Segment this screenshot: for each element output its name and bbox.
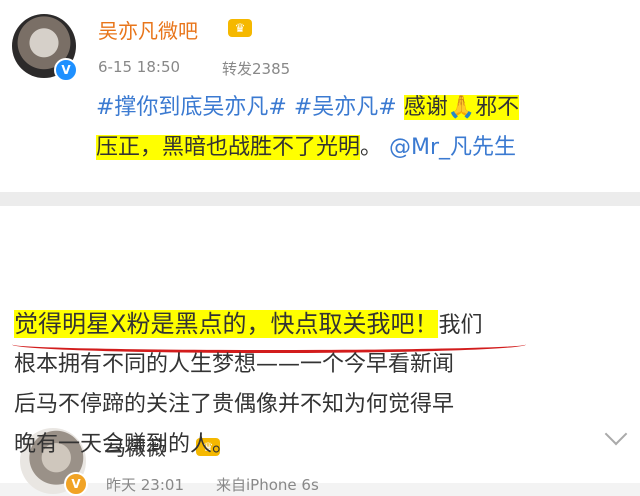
punctuation: 。	[360, 135, 383, 160]
highlighted-text: 觉得明星X粉是黑点的，快点取关我吧！	[14, 310, 439, 338]
post-time: 昨天 23:01	[106, 476, 184, 494]
highlighted-text: 感谢🙏邪不	[403, 95, 520, 120]
post-text-line-1: #撑你到底吴亦凡# #吴亦凡# 感谢🙏邪不	[96, 88, 520, 128]
post-source: 来自iPhone 6s	[216, 476, 319, 494]
verified-v-icon: V	[54, 58, 78, 82]
mention-link[interactable]: @Mr_凡先生	[389, 135, 516, 160]
text-rest: 我们	[438, 313, 483, 338]
highlighted-text: 压正，黑暗也战胜不了光明	[96, 135, 361, 160]
divider	[0, 192, 640, 206]
member-crown-icon: ♛	[228, 19, 252, 37]
post-text-line-2: 压正，黑暗也战胜不了光明。 @Mr_凡先生	[96, 128, 516, 168]
author-name[interactable]: 吴亦凡微吧	[98, 15, 198, 44]
post-text-line-4: 晚有一天会赚到的人。	[14, 432, 235, 457]
topic-link[interactable]: #吴亦凡#	[294, 95, 397, 120]
chevron-down-icon[interactable]	[604, 422, 628, 446]
topic-link[interactable]: #撑你到底吴亦凡#	[96, 95, 287, 120]
post-text-line-3: 后马不停蹄的关注了贵偶像并不知为何觉得早	[14, 392, 455, 417]
verified-v-icon: V	[64, 472, 88, 496]
repost-count: 转发2385	[222, 60, 291, 78]
post-text-line-2: 根本拥有不同的人生梦想——一个今早看新闻	[14, 352, 455, 377]
post-time: 6-15 18:50	[98, 58, 181, 76]
post-card-1: V 吴亦凡微吧 ♛ 6-15 18:50 转发2385 #撑你到底吴亦凡# #吴…	[0, 0, 640, 192]
